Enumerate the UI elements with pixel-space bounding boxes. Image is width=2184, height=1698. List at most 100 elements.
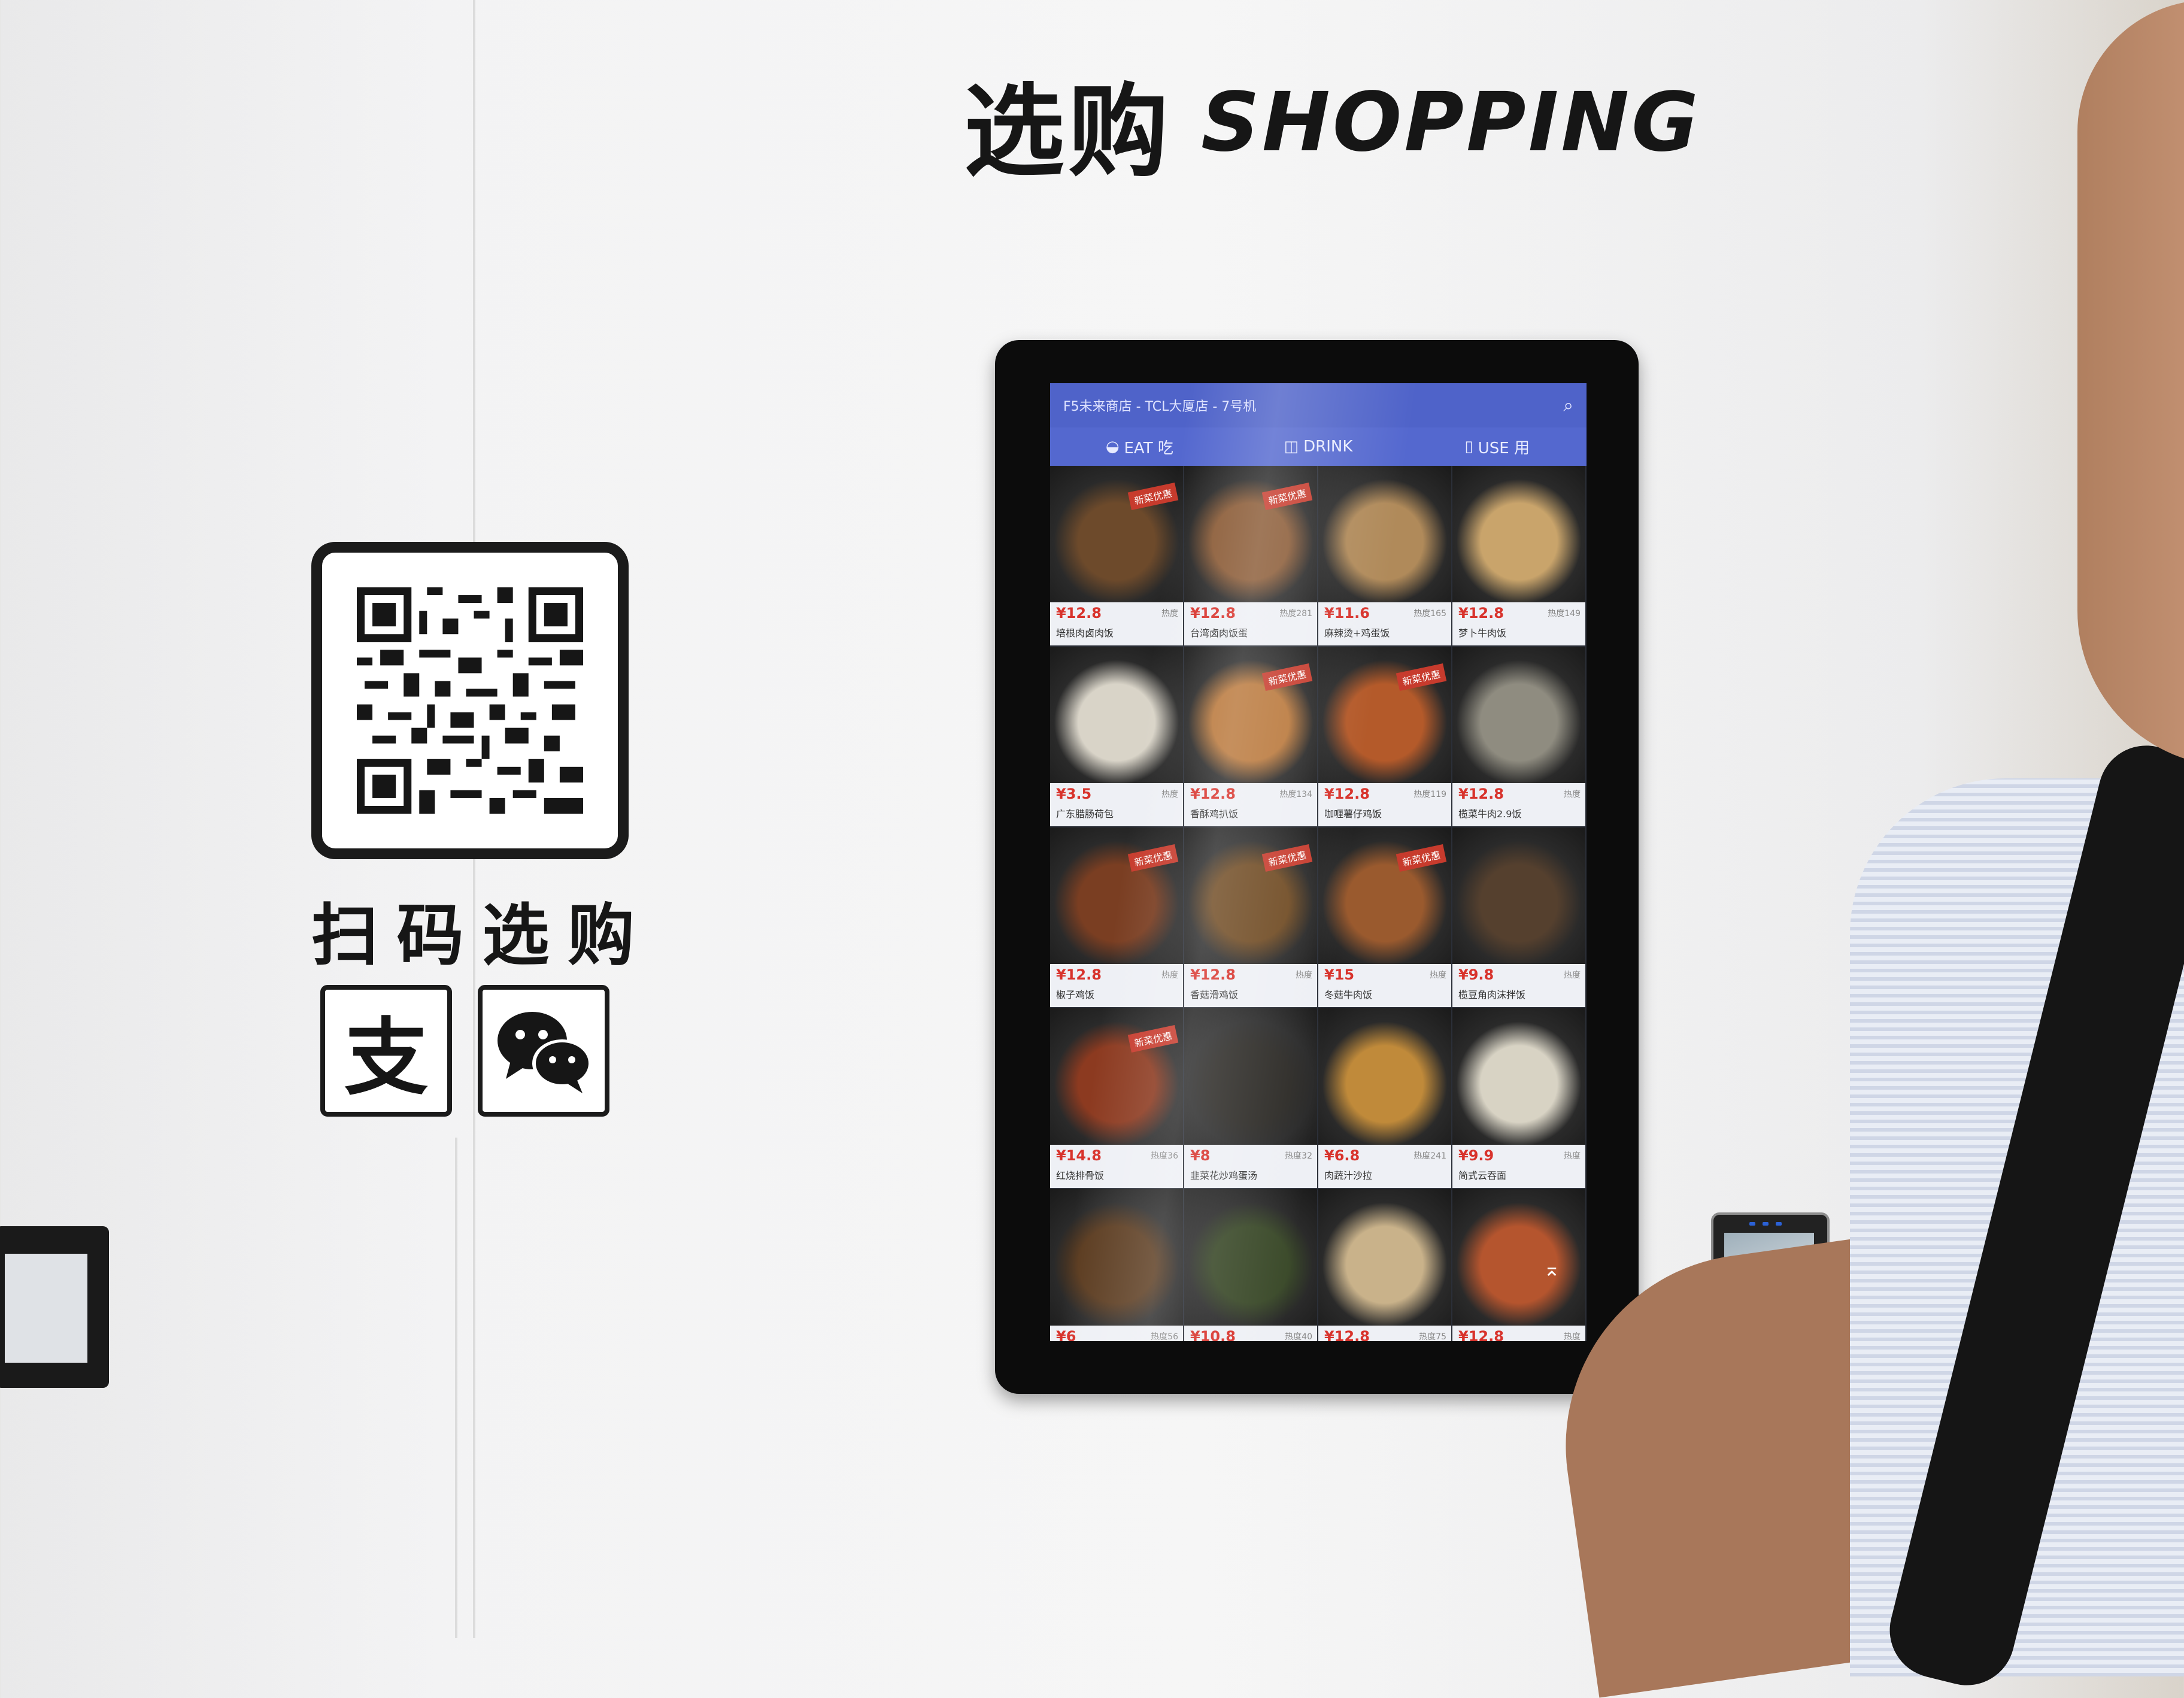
menu-item-card[interactable]: 新菜优惠 ¥12.8 培根肉卤肉饭 热度 bbox=[1050, 466, 1184, 647]
tab-label: EAT 吃 bbox=[1124, 439, 1173, 457]
item-heat: 热度 bbox=[1296, 971, 1312, 980]
item-name: 红烧排骨饭 bbox=[1056, 1170, 1105, 1181]
item-info: ¥14.8 红烧排骨饭 热度36 bbox=[1050, 1145, 1183, 1188]
tab-eat[interactable]: ◒ EAT 吃 bbox=[1050, 427, 1229, 466]
item-heat: 热度149 bbox=[1548, 609, 1581, 618]
item-price: ¥9.9 bbox=[1458, 1147, 1494, 1164]
scroll-to-top-button[interactable]: ⌅ bbox=[1537, 1255, 1566, 1284]
item-info: ¥12.8金牌大排牛肉饭热度 bbox=[1452, 1326, 1585, 1341]
menu-item-card[interactable]: ¥8 韭菜花炒鸡蛋汤 热度32 bbox=[1184, 1008, 1318, 1189]
tab-use[interactable]: ▯ USE 用 bbox=[1408, 427, 1587, 466]
item-name: 椒子鸡饭 bbox=[1056, 989, 1095, 1000]
item-info: ¥6二叔炒面热度56 bbox=[1050, 1326, 1183, 1341]
item-info: ¥9.9 简式云吞面 热度 bbox=[1452, 1145, 1585, 1188]
item-price: ¥12.8 bbox=[1056, 605, 1102, 621]
menu-item-card[interactable]: 新菜优惠 ¥15 冬菇牛肉饭 热度 bbox=[1318, 827, 1452, 1008]
item-price: ¥12.8 bbox=[1458, 1328, 1504, 1341]
item-info: ¥12.8 椒子鸡饭 热度 bbox=[1050, 964, 1183, 1007]
menu-item-card[interactable]: ¥6二叔炒面热度56 bbox=[1050, 1189, 1184, 1341]
item-heat: 热度281 bbox=[1279, 609, 1312, 618]
item-info: ¥6.8 肉蔬汁沙拉 热度241 bbox=[1318, 1145, 1451, 1188]
menu-item-card[interactable]: ¥9.8 榄豆角肉沫拌饭 热度 bbox=[1452, 827, 1587, 1008]
menu-item-card[interactable]: ¥12.8 梦卜牛肉饭 热度149 bbox=[1452, 466, 1587, 647]
item-name: 韭菜花炒鸡蛋汤 bbox=[1190, 1170, 1258, 1181]
reader-led bbox=[1776, 1222, 1782, 1226]
wechat-pay-icon bbox=[498, 1012, 592, 1093]
item-heat: 热度 bbox=[1161, 790, 1178, 799]
food-photo bbox=[1452, 1008, 1585, 1146]
menu-item-card[interactable]: ¥11.6 麻辣烫+鸡蛋饭 热度165 bbox=[1318, 466, 1452, 647]
menu-item-card[interactable]: 新菜优惠 ¥12.8 香酥鸡扒饭 热度134 bbox=[1184, 647, 1318, 827]
store-breadcrumb: F5未来商店 - TCL大厦店 - 7号机 bbox=[1063, 399, 1257, 414]
menu-item-card[interactable]: ¥12.8金牌大排牛肉饭热度 bbox=[1452, 1189, 1587, 1341]
cup-icon: ◫ bbox=[1284, 438, 1299, 456]
food-photo bbox=[1452, 647, 1585, 784]
item-name: 培根肉卤肉饭 bbox=[1056, 627, 1114, 639]
item-price: ¥15 bbox=[1324, 966, 1355, 983]
item-info: ¥12.8 榄菜牛肉2.9饭 热度 bbox=[1452, 783, 1585, 826]
menu-item-card[interactable]: 新菜优惠 ¥14.8 红烧排骨饭 热度36 bbox=[1050, 1008, 1184, 1189]
scan-label-char: 选 bbox=[482, 897, 550, 975]
item-name: 香酥鸡扒饭 bbox=[1190, 808, 1239, 820]
menu-item-card[interactable]: ¥12.8 榄菜牛肉2.9饭 热度 bbox=[1452, 647, 1587, 827]
menu-item-card[interactable]: 新菜优惠 ¥12.8 椒子鸡饭 热度 bbox=[1050, 827, 1184, 1008]
item-name: 梦卜牛肉饭 bbox=[1458, 627, 1507, 639]
card-reader-left[interactable] bbox=[0, 1226, 109, 1388]
menu-item-card[interactable]: ¥9.9 简式云吞面 热度 bbox=[1452, 1008, 1587, 1189]
scan-label-char: 扫 bbox=[311, 897, 378, 975]
item-heat: 热度 bbox=[1564, 1151, 1581, 1161]
food-photo bbox=[1452, 827, 1585, 965]
food-photo bbox=[1318, 1189, 1451, 1327]
tab-label: DRINK bbox=[1303, 438, 1353, 456]
menu-grid: 新菜优惠 ¥12.8 培根肉卤肉饭 热度 新菜优惠 ¥12.8 台湾卤肉饭蛋 热度281 ¥11… bbox=[1050, 466, 1587, 1341]
item-info: ¥15 冬菇牛肉饭 热度 bbox=[1318, 964, 1451, 1007]
item-name: 简式云吞面 bbox=[1458, 1170, 1507, 1181]
kiosk-display: F5未来商店 - TCL大厦店 - 7号机 ⌕ ◒ EAT 吃 ◫ DRINK ▯ U… bbox=[995, 340, 1639, 1394]
alipay-logo: 支 bbox=[320, 985, 452, 1117]
item-name: 肉蔬汁沙拉 bbox=[1324, 1170, 1373, 1181]
menu-item-card[interactable]: 新菜优惠 ¥12.8 咖喱薯仔鸡饭 热度119 bbox=[1318, 647, 1452, 827]
reader-window bbox=[5, 1254, 87, 1363]
search-icon[interactable]: ⌕ bbox=[1563, 395, 1573, 416]
item-info: ¥9.8 榄豆角肉沫拌饭 热度 bbox=[1452, 964, 1585, 1007]
menu-item-card[interactable]: ¥6.8 肉蔬汁沙拉 热度241 bbox=[1318, 1008, 1452, 1189]
item-heat: 热度75 bbox=[1419, 1332, 1446, 1341]
category-tabs: ◒ EAT 吃 ◫ DRINK ▯ USE 用 bbox=[1050, 427, 1587, 466]
person-face bbox=[2077, 0, 2184, 766]
menu-item-card[interactable]: ¥12.8金汤云吞热度75 bbox=[1318, 1189, 1452, 1341]
item-info: ¥12.8 咖喱薯仔鸡饭 热度119 bbox=[1318, 783, 1451, 826]
item-name: 冬菇牛肉饭 bbox=[1324, 989, 1373, 1000]
item-name: 榄菜牛肉2.9饭 bbox=[1458, 808, 1522, 820]
bottle-icon: ▯ bbox=[1464, 438, 1473, 456]
menu-item-card[interactable]: 新菜优惠 ¥12.8 台湾卤肉饭蛋 热度281 bbox=[1184, 466, 1318, 647]
shopping-sign: 选购 SHOPPING bbox=[964, 63, 1701, 190]
food-photo bbox=[1050, 1189, 1183, 1327]
item-heat: 热度241 bbox=[1413, 1151, 1446, 1161]
item-info: ¥12.8 香菇滑鸡饭 热度 bbox=[1184, 964, 1317, 1007]
menu-item-card[interactable]: 新菜优惠 ¥12.8 香菇滑鸡饭 热度 bbox=[1184, 827, 1318, 1008]
item-name: 榄豆角肉沫拌饭 bbox=[1458, 989, 1526, 1000]
item-heat: 热度 bbox=[1564, 790, 1581, 799]
food-photo bbox=[1184, 1008, 1317, 1146]
food-photo bbox=[1184, 1189, 1317, 1327]
item-info: ¥8 韭菜花炒鸡蛋汤 热度32 bbox=[1184, 1145, 1317, 1188]
item-heat: 热度 bbox=[1564, 1332, 1581, 1341]
qr-code-pattern bbox=[357, 587, 583, 814]
menu-item-card[interactable]: ¥3.5 广东腊肠荷包 热度 bbox=[1050, 647, 1184, 827]
item-heat: 热度40 bbox=[1285, 1332, 1312, 1341]
scan-label-char: 购 bbox=[567, 897, 635, 975]
menu-item-card[interactable]: ¥10.8酸豆角梅菜牛肉面热度40 bbox=[1184, 1189, 1318, 1341]
reader-led bbox=[1763, 1222, 1769, 1226]
item-heat: 热度36 bbox=[1151, 1151, 1178, 1161]
item-heat: 热度32 bbox=[1285, 1151, 1312, 1161]
qr-code[interactable] bbox=[311, 542, 629, 859]
item-price: ¥9.8 bbox=[1458, 966, 1494, 983]
item-price: ¥12.8 bbox=[1056, 966, 1102, 983]
item-info: ¥11.6 麻辣烫+鸡蛋饭 热度165 bbox=[1318, 602, 1451, 645]
kiosk-header: F5未来商店 - TCL大厦店 - 7号机 ⌕ bbox=[1050, 383, 1587, 427]
tab-label: USE 用 bbox=[1478, 439, 1530, 457]
item-heat: 热度 bbox=[1430, 971, 1446, 980]
scan-label-char: 码 bbox=[396, 897, 464, 975]
tab-drink[interactable]: ◫ DRINK bbox=[1229, 427, 1408, 466]
food-photo bbox=[1318, 466, 1451, 604]
